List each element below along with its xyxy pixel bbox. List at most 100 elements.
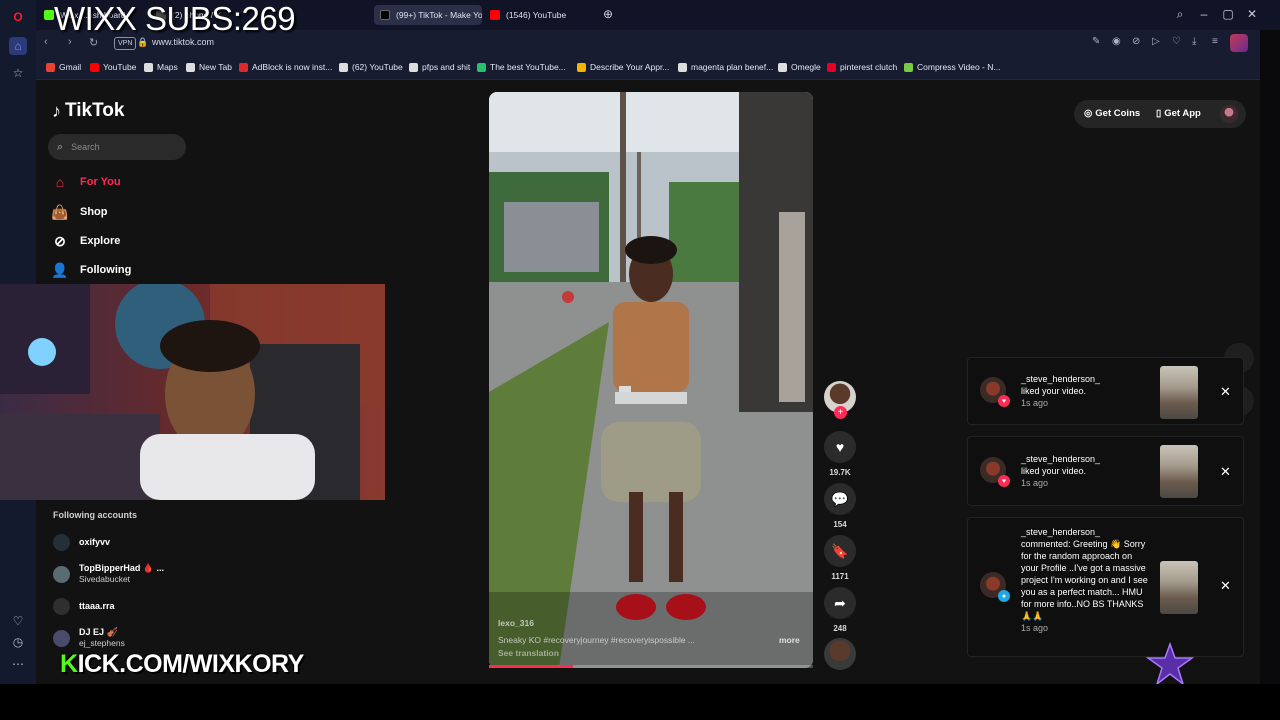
avatar	[53, 598, 70, 615]
notification-user: _steve_henderson_	[1021, 527, 1101, 537]
notification-toast[interactable]: ♥ _steve_henderson_ liked your video. 1s…	[967, 357, 1244, 425]
play-icon[interactable]: ▷	[1152, 36, 1160, 47]
heart-icon[interactable]: ♡	[1172, 36, 1181, 47]
nav-following[interactable]: 👤 Following	[51, 262, 132, 278]
page-icon	[409, 62, 418, 72]
notification-user: _steve_henderson_	[1021, 454, 1101, 464]
video-thumbnail[interactable]	[1160, 561, 1198, 614]
vpn-badge[interactable]: VPN	[114, 37, 137, 50]
notification-message: liked your video.	[1021, 386, 1087, 396]
bookmark-item[interactable]: Omegle	[778, 62, 821, 72]
see-translation-link[interactable]: See translation	[498, 648, 559, 658]
new-tab-icon[interactable]: ⊕	[600, 7, 616, 21]
home-icon[interactable]: ⌂	[9, 37, 27, 55]
bookmark-item[interactable]: Gmail	[46, 62, 81, 72]
notification-toast[interactable]: ♥ _steve_henderson_ liked your video. 1s…	[967, 436, 1244, 506]
heart-icon[interactable]: ♥	[824, 431, 856, 463]
shield-icon[interactable]: ⊘	[1132, 36, 1140, 47]
bookmark-item[interactable]: Maps	[144, 62, 178, 72]
page-icon	[778, 62, 787, 72]
close-icon[interactable]: ✕	[1220, 464, 1231, 480]
get-app-button[interactable]: ▯ Get App	[1156, 108, 1201, 119]
like-action[interactable]: ♥ 19.7K	[824, 431, 856, 477]
notification-message: commented: Greeting 👋 Sorry for the rand…	[1021, 539, 1148, 621]
following-accounts-header: Following accounts	[53, 510, 138, 520]
logo-text: TikTok	[65, 100, 125, 121]
camera-icon[interactable]: ◉	[1112, 36, 1121, 47]
close-icon[interactable]: ✕	[1220, 384, 1231, 400]
comment-icon[interactable]: 💬	[824, 483, 856, 515]
bookmark-item[interactable]: AdBlock is now inst...	[239, 62, 332, 72]
account-item[interactable]: TopBipperHad 🩸 ... Sivedabucket	[53, 563, 164, 585]
compass-icon: ⊘	[54, 232, 66, 249]
nav-explore[interactable]: ⊘ Explore	[52, 233, 120, 249]
music-icon	[477, 62, 486, 72]
bookmark-item[interactable]: The best YouTube...	[477, 62, 566, 72]
minimize-icon[interactable]: –	[1196, 7, 1212, 21]
avatar	[53, 565, 70, 583]
edit-icon[interactable]: ✎	[1092, 36, 1100, 47]
bookmark-item[interactable]: Compress Video - N...	[904, 62, 1000, 72]
search-tabs-icon[interactable]: ⌕	[1172, 7, 1188, 22]
video-player[interactable]	[489, 92, 813, 668]
bookmark-item[interactable]: Describe Your Appr...	[577, 62, 669, 72]
tiktok-logo[interactable]: ♪ TikTok	[52, 100, 124, 122]
url-field[interactable]: www.tiktok.com	[152, 37, 214, 47]
star-icon[interactable]: ☆	[9, 64, 27, 82]
notification-toast[interactable]: ● _steve_henderson_ commented: Greeting …	[967, 517, 1244, 657]
share-count: 248	[833, 624, 847, 633]
gmail-icon	[577, 62, 586, 72]
account-item[interactable]: oxifyvv	[53, 534, 110, 551]
back-icon[interactable]: ‹	[44, 36, 48, 48]
bookmark-item[interactable]: (62) YouTube	[339, 62, 403, 72]
save-action[interactable]: 🔖 1171	[824, 535, 856, 581]
nav-shop[interactable]: 👜 Shop	[51, 203, 107, 220]
video-progress-bar[interactable]	[489, 665, 813, 668]
bookmark-item[interactable]: magenta plan benef...	[678, 62, 773, 72]
heart-outline-icon[interactable]: ♡	[9, 612, 27, 630]
close-window-icon[interactable]: ✕	[1244, 7, 1260, 21]
bookmark-label: The best YouTube...	[490, 62, 566, 72]
follow-plus-icon[interactable]: +	[834, 406, 847, 419]
share-action[interactable]: ➦ 248	[824, 587, 856, 633]
bookmark-icon[interactable]: 🔖	[824, 535, 856, 567]
bottom-bar	[0, 684, 1280, 720]
tab-tiktok[interactable]: (99+) TikTok - Make Yo	[374, 5, 482, 25]
comment-count: 154	[833, 520, 847, 529]
music-disc[interactable]	[824, 638, 856, 670]
account-item[interactable]: DJ EJ 🎻 ej_stephens	[53, 627, 125, 649]
history-icon[interactable]: ◷	[9, 633, 27, 651]
nav-label: Following	[80, 264, 132, 276]
notification-text: _steve_henderson_ liked your video. 1s a…	[1021, 373, 1149, 409]
bookmark-item[interactable]: pinterest clutch	[827, 62, 897, 72]
video-thumbnail[interactable]	[1160, 366, 1198, 419]
maximize-icon[interactable]: ▢	[1220, 7, 1236, 21]
bookmark-item[interactable]: YouTube	[90, 62, 136, 72]
bag-icon: 👜	[51, 203, 69, 220]
bookmark-item[interactable]: New Tab	[186, 62, 232, 72]
kick-url-overlay: KICK.COM/WIXKORY	[60, 650, 304, 679]
bookmark-label: Describe Your Appr...	[590, 62, 670, 72]
close-icon[interactable]: ✕	[1220, 578, 1231, 594]
download-icon[interactable]: ⤓	[1192, 36, 1196, 47]
more-link[interactable]: more	[779, 635, 800, 645]
opera-logo-icon[interactable]: O	[9, 8, 27, 26]
nav-for-you[interactable]: ⌂ For You	[52, 174, 121, 190]
bookmark-item[interactable]: pfps and shit	[409, 62, 470, 72]
account-item[interactable]: ttaaa.rra	[53, 598, 115, 615]
search-input[interactable]: ⌕ Search	[48, 134, 186, 160]
facecam-overlay	[0, 284, 385, 500]
more-icon[interactable]: ⋯	[9, 655, 27, 673]
menu-icon[interactable]: ≡	[1212, 36, 1218, 47]
bookmark-label: pfps and shit	[422, 62, 471, 72]
comment-action[interactable]: 💬 154	[824, 483, 856, 529]
video-username[interactable]: lexo_316	[498, 618, 534, 628]
share-icon[interactable]: ➦	[824, 587, 856, 619]
notification-user: _steve_henderson_	[1021, 374, 1101, 384]
video-thumbnail[interactable]	[1160, 445, 1198, 498]
user-avatar[interactable]	[1220, 105, 1238, 123]
tab-youtube[interactable]: (1546) YouTube	[484, 5, 594, 25]
home-icon: ⌂	[55, 174, 65, 190]
profile-avatar[interactable]	[1230, 34, 1248, 52]
get-coins-button[interactable]: ◎ Get Coins	[1084, 108, 1140, 119]
